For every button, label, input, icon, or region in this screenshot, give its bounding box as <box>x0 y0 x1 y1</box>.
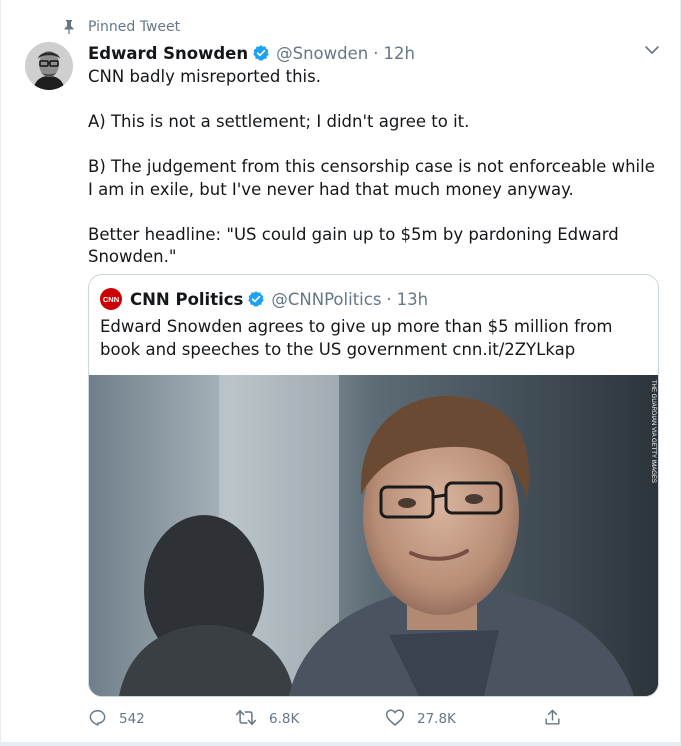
tweet-header: Edward Snowden @Snowden · 12h <box>88 40 415 66</box>
pin-icon <box>63 20 75 34</box>
image-credit: THE GUARDIAN VIA GETTY IMAGES <box>650 380 656 483</box>
quoted-author-handle[interactable]: @CNNPolitics <box>271 290 381 309</box>
like-button[interactable]: 27.8K <box>385 706 456 732</box>
reply-icon <box>88 708 119 731</box>
like-count: 27.8K <box>417 711 456 727</box>
author-name[interactable]: Edward Snowden <box>88 44 248 63</box>
chevron-down-icon[interactable] <box>642 40 662 60</box>
pinned-indicator: Pinned Tweet <box>63 17 180 37</box>
reply-button[interactable]: 542 <box>88 706 145 732</box>
share-icon <box>543 708 574 731</box>
tweet-paragraph: CNN badly misreported this. <box>88 67 321 86</box>
quoted-tweet-image[interactable]: THE GUARDIAN VIA GETTY IMAGES <box>89 375 658 696</box>
heart-icon <box>385 708 417 731</box>
tweet-actions: 542 6.8K 27.8K <box>88 706 668 732</box>
quoted-author-name[interactable]: CNN Politics <box>130 290 243 309</box>
avatar[interactable] <box>25 42 73 90</box>
tweet-timestamp[interactable]: 12h <box>383 44 414 63</box>
quoted-tweet-card[interactable]: CNN CNN Politics @CNNPolitics · 13h Edwa… <box>88 274 659 697</box>
quoted-tweet-timestamp[interactable]: 13h <box>397 290 428 309</box>
tweet-paragraph: A) This is not a settlement; I didn't ag… <box>88 112 470 131</box>
retweet-button[interactable]: 6.8K <box>235 706 299 732</box>
quoted-header-separator: · <box>386 289 392 309</box>
timeline-divider <box>0 742 681 746</box>
quoted-tweet-header: CNN CNN Politics @CNNPolitics · 13h <box>100 287 428 311</box>
cnn-logo[interactable]: CNN <box>100 288 122 310</box>
tweet-container[interactable]: Pinned Tweet Edward Snowden @Snowden · 1… <box>0 0 681 742</box>
header-separator: · <box>373 43 379 63</box>
quoted-tweet-text: Edward Snowden agrees to give up more th… <box>100 317 613 359</box>
share-button[interactable] <box>543 706 574 732</box>
pinned-label: Pinned Tweet <box>88 19 181 35</box>
tweet-text: CNN badly misreported this. A) This is n… <box>88 66 658 269</box>
reply-count: 542 <box>119 711 145 727</box>
verified-badge-icon <box>252 44 270 62</box>
tweet-paragraph: Better headline: "US could gain up to $5… <box>88 224 619 267</box>
cnn-logo-text: CNN <box>103 295 119 304</box>
retweet-icon <box>235 708 269 731</box>
retweet-count: 6.8K <box>269 711 300 727</box>
verified-badge-icon <box>247 290 265 308</box>
author-handle[interactable]: @Snowden <box>276 44 368 63</box>
tweet-paragraph: B) The judgement from this censorship ca… <box>88 157 655 199</box>
